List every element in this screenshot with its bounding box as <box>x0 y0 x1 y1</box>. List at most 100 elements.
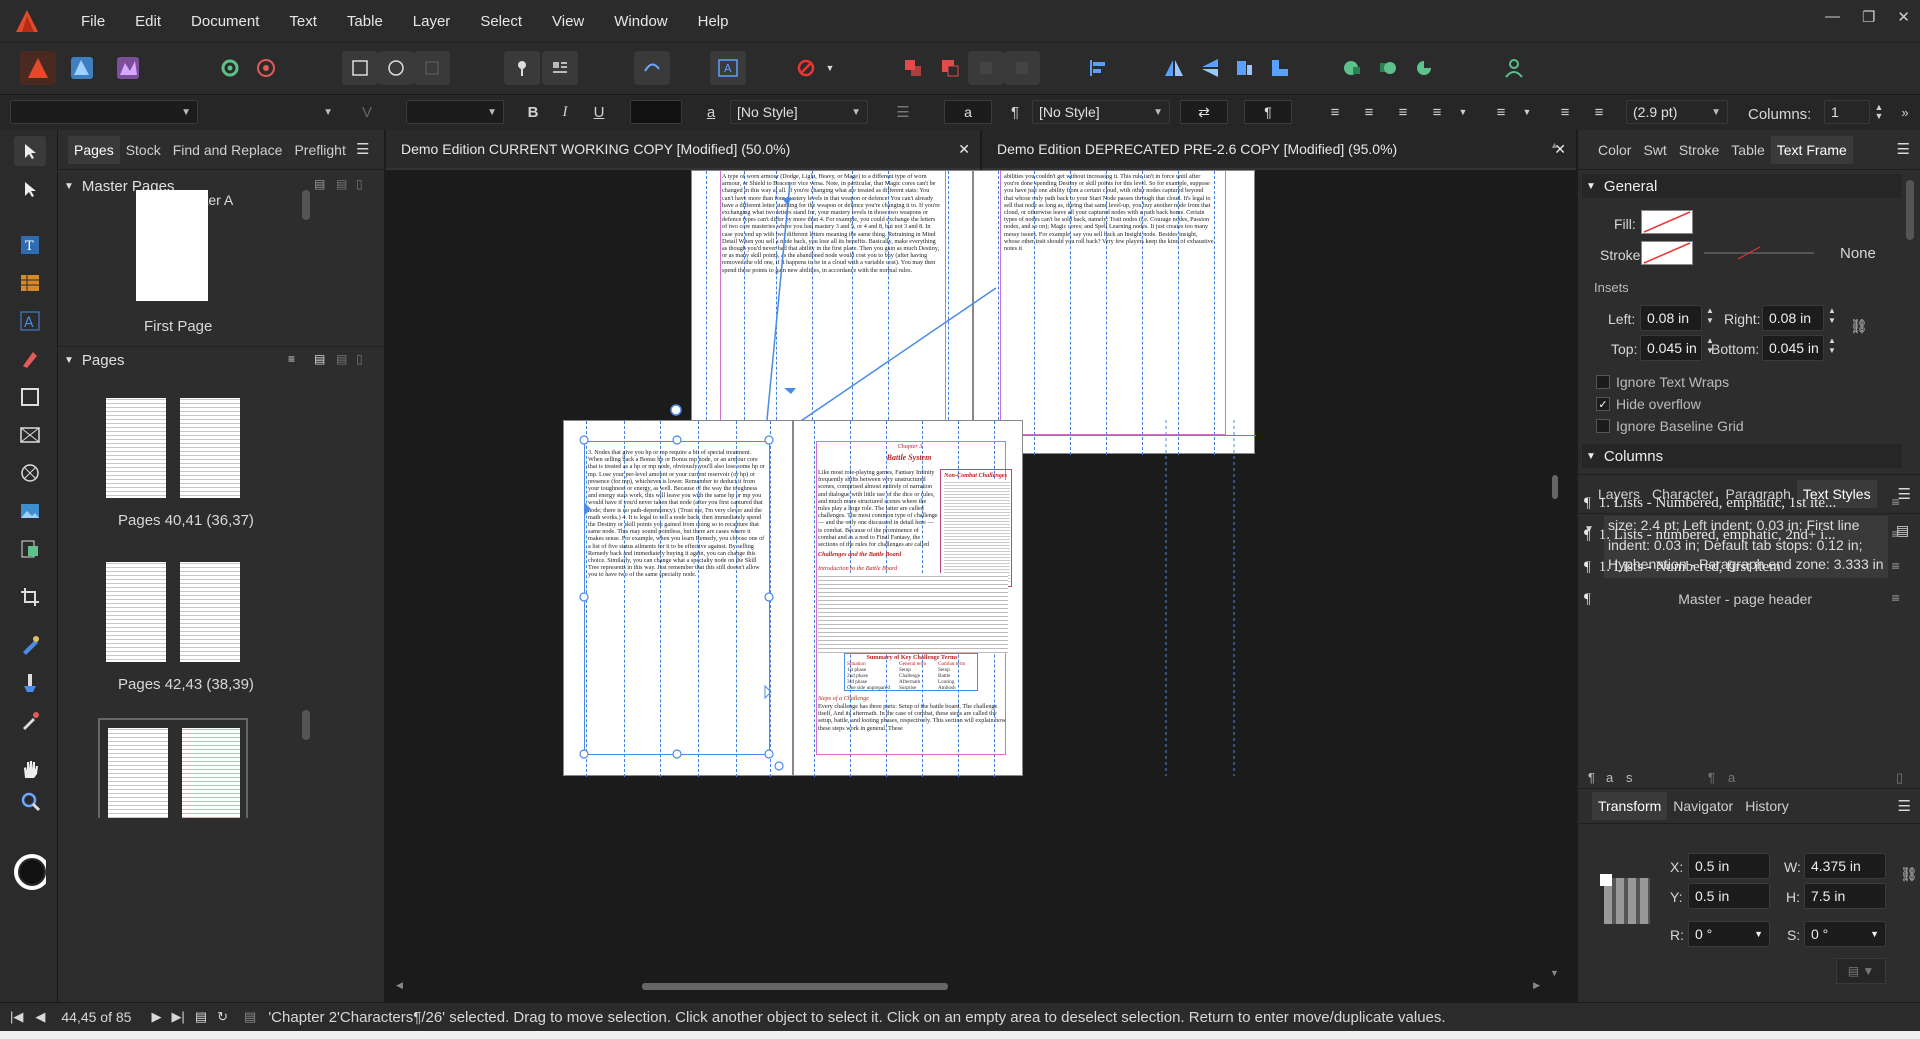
menu-window[interactable]: Window <box>599 13 682 30</box>
view-mode-icon[interactable] <box>342 51 378 85</box>
kerning-icon[interactable]: V <box>352 100 382 124</box>
panel-menu-icon[interactable]: ☰ <box>356 140 369 158</box>
y-input[interactable]: 0.5 in <box>1688 883 1770 909</box>
rotation-input[interactable]: 0 ° ▼ <box>1688 921 1770 947</box>
boolean-add-icon[interactable] <box>895 51 931 85</box>
tab-table[interactable]: Table <box>1725 136 1770 164</box>
preferences-gear-icon[interactable] <box>212 51 248 85</box>
arrange-forward-icon[interactable] <box>1370 51 1406 85</box>
tab-swatches[interactable]: Swt <box>1637 136 1672 164</box>
bleed-icon[interactable] <box>414 51 450 85</box>
style-item-menu-icon[interactable]: ≡ <box>1892 591 1900 608</box>
master-scrollbar[interactable] <box>302 190 310 220</box>
add-page-icon[interactable]: ▤ <box>314 352 325 366</box>
delete-style-icon[interactable]: ▯ <box>1896 770 1903 786</box>
pen-tool-icon[interactable] <box>14 344 46 374</box>
zoom-tool-icon[interactable] <box>14 786 46 816</box>
character-style-apply-button[interactable]: a <box>944 100 992 124</box>
numbered-list-icon[interactable]: ≡ <box>1586 100 1612 124</box>
height-input[interactable]: 7.5 in <box>1804 883 1886 909</box>
character-style-select[interactable]: [No Style] ▼ <box>730 100 868 124</box>
rotate-left-icon[interactable] <box>1226 51 1262 85</box>
columns-stepper[interactable]: ▲ ▼ <box>1866 100 1892 124</box>
move-tool-icon[interactable] <box>14 136 46 166</box>
horizontal-scrollbar[interactable]: ◀ ▶ <box>386 978 1550 998</box>
text-style-item[interactable]: ¶ Master - page header ≡ <box>1584 582 1914 616</box>
arrange-back-icon[interactable] <box>1334 51 1370 85</box>
duplicate-page-icon[interactable]: ▤ <box>336 352 347 366</box>
underline-button[interactable]: U <box>586 100 612 124</box>
picture-frame-tool-icon[interactable] <box>14 420 46 450</box>
page-indicator[interactable]: 44,45 of 85 <box>61 1009 131 1025</box>
menu-select[interactable]: Select <box>465 13 537 30</box>
tab-navigator[interactable]: Navigator <box>1667 792 1739 820</box>
crop-tool-icon[interactable] <box>14 582 46 612</box>
add-master-icon[interactable]: ▤ <box>314 177 325 191</box>
text-style-item[interactable]: ¶ 1. Lists - numbered, emphatic, 2nd+ i..… <box>1584 518 1914 552</box>
transform-options-button[interactable]: ▤ ▼ <box>1836 958 1886 984</box>
align-left-icon[interactable]: ≡ <box>1322 100 1348 124</box>
page-options-icon[interactable]: ≡ <box>288 352 295 366</box>
menu-file[interactable]: File <box>66 13 120 30</box>
anchor-point-selector[interactable] <box>1600 874 1650 924</box>
ignore-text-wraps-checkbox[interactable] <box>1596 375 1610 389</box>
transparency-tool-icon[interactable] <box>14 668 46 698</box>
tab-text-frame[interactable]: Text Frame <box>1770 135 1853 164</box>
collapse-chevron-icon[interactable]: ▼ <box>64 181 74 192</box>
node-tool-icon[interactable] <box>14 174 46 204</box>
selection-handles[interactable] <box>386 130 1576 1002</box>
ellipse-frame-tool-icon[interactable] <box>14 458 46 488</box>
style-item-menu-icon[interactable]: ≡ <box>1892 495 1900 512</box>
menu-layer[interactable]: Layer <box>398 13 466 30</box>
artistic-text-tool-icon[interactable]: A <box>14 306 46 336</box>
x-input[interactable]: 0.5 in <box>1688 853 1770 879</box>
new-group-style-icon[interactable]: s <box>1626 770 1633 785</box>
tab-stock[interactable]: Stock <box>120 136 167 164</box>
spread-thumbnail[interactable] <box>100 556 246 668</box>
menu-help[interactable]: Help <box>683 13 744 30</box>
text-flow-icon[interactable] <box>634 51 670 85</box>
new-paragraph-style-icon[interactable]: ¶ <box>1588 770 1595 785</box>
last-page-icon[interactable]: ▶| <box>171 1009 184 1025</box>
menu-view[interactable]: View <box>537 13 599 30</box>
color-swatch-icon[interactable] <box>14 848 46 894</box>
fill-swatch[interactable] <box>1641 210 1693 234</box>
minimize-icon[interactable]: — <box>1825 8 1840 26</box>
align-right-icon[interactable]: ≡ <box>1390 100 1416 124</box>
text-frame-scrollbar[interactable] <box>1906 180 1914 240</box>
link-insets-icon[interactable]: ⛓ <box>1850 318 1868 335</box>
apply-paragraph-style-icon[interactable]: ¶ <box>1708 770 1715 785</box>
panel-menu-icon[interactable]: ☰ <box>1898 797 1911 815</box>
columns-section-header[interactable]: ▼ Columns <box>1582 444 1902 468</box>
tab-find-and-replace[interactable]: Find and Replace <box>167 136 289 164</box>
snapping-icon[interactable] <box>248 51 284 85</box>
apply-character-style-icon[interactable]: a <box>1728 770 1735 785</box>
columns-input[interactable]: 1 <box>1824 100 1870 124</box>
vertical-align-dropdown-icon[interactable]: ▼ <box>1514 100 1540 124</box>
bullet-list-icon[interactable]: ≡ <box>1552 100 1578 124</box>
tab-preflight[interactable]: Preflight <box>288 136 351 164</box>
character-style-options-icon[interactable]: ☰ <box>890 100 916 124</box>
master-page-thumbnail[interactable] <box>136 190 208 301</box>
flip-vertical-icon[interactable] <box>1192 51 1228 85</box>
image-crop-tool-icon[interactable] <box>14 534 46 564</box>
bold-button[interactable]: B <box>520 100 546 124</box>
style-item-menu-icon[interactable]: ≡ <box>1892 559 1900 576</box>
align-center-icon[interactable]: ≡ <box>1356 100 1382 124</box>
designer-persona-icon[interactable] <box>64 51 100 85</box>
fill-tool-icon[interactable] <box>14 630 46 660</box>
document-canvas[interactable]: Demo Edition CURRENT WORKING COPY [Modif… <box>386 130 1576 1002</box>
duplicate-master-icon[interactable]: ▤ <box>336 177 347 191</box>
panel-menu-icon[interactable]: ☰ <box>1897 140 1910 158</box>
text-wrap-icon[interactable] <box>542 51 578 85</box>
collapse-chevron-icon[interactable]: ▼ <box>64 355 74 366</box>
boolean-subtract-icon[interactable] <box>932 51 968 85</box>
publisher-persona-icon[interactable] <box>20 51 56 85</box>
inset-top-input[interactable]: 0.045 in <box>1640 335 1702 361</box>
spread-thumbnail-selected[interactable] <box>98 718 248 818</box>
text-style-item[interactable]: ¶ 1. Lists - Numbered, emphatic, 1st ite.… <box>1584 486 1914 520</box>
color-picker-tool-icon[interactable] <box>14 706 46 736</box>
table-tool-icon[interactable] <box>14 268 46 298</box>
boolean-intersect-icon[interactable] <box>968 51 1004 85</box>
italic-button[interactable]: I <box>552 100 578 124</box>
